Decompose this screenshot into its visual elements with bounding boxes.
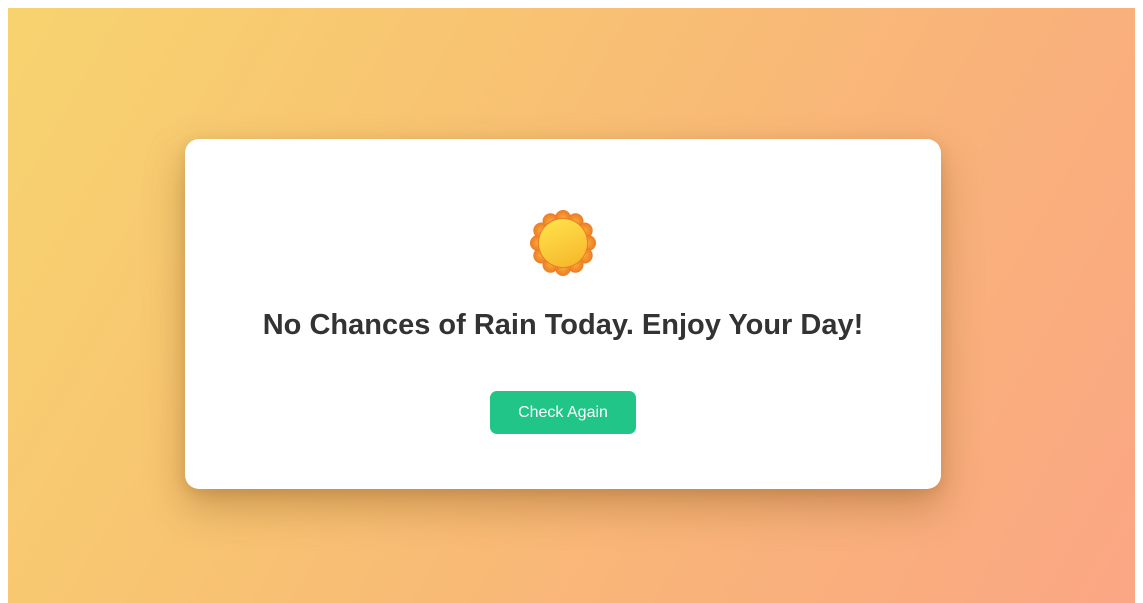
weather-message: No Chances of Rain Today. Enjoy Your Day… xyxy=(262,309,864,341)
page-background: No Chances of Rain Today. Enjoy Your Day… xyxy=(8,8,1135,603)
sun-icon xyxy=(530,210,596,276)
weather-card: No Chances of Rain Today. Enjoy Your Day… xyxy=(185,139,941,489)
check-again-button[interactable]: Check Again xyxy=(490,391,636,434)
